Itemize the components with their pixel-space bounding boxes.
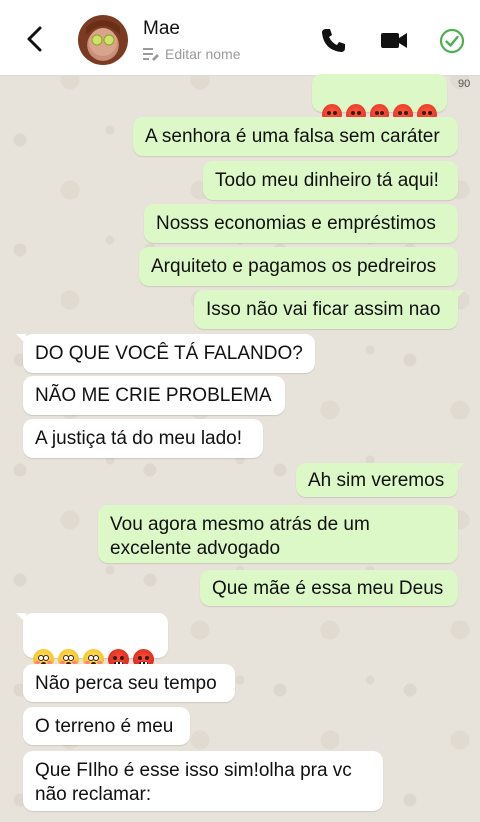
counter-badge: 90 [458, 78, 471, 90]
outgoing-message[interactable]: Todo meu dinheiro tá aqui! [203, 161, 458, 200]
outgoing-message[interactable]: Vou agora mesmo atrás de um excelente ad… [98, 505, 458, 563]
outgoing-message[interactable]: Que mãe é essa meu Deus [200, 570, 458, 606]
edit-name-link[interactable]: Editar nome [143, 45, 240, 63]
incoming-message[interactable]: Não perca seu tempo [23, 664, 235, 702]
incoming-message[interactable]: A justiça tá do meu lado! [23, 419, 263, 458]
avatar-image [86, 20, 120, 56]
edit-lines-icon [143, 48, 159, 61]
video-camera-icon[interactable] [380, 26, 408, 54]
incoming-message[interactable]: NÃO ME CRIE PROBLEMA [23, 376, 285, 415]
contact-name[interactable]: Mae [143, 18, 180, 40]
check-circle-icon[interactable] [439, 28, 465, 54]
outgoing-emoji-message[interactable] [312, 74, 447, 125]
outgoing-message[interactable]: Arquiteto e pagamos os pedreiros [139, 247, 458, 286]
outgoing-message[interactable]: Isso não vai ficar assim nao [194, 290, 465, 329]
edit-name-label: Editar nome [165, 46, 241, 62]
incoming-message[interactable]: Que FIlho é esse isso sim!olha pra vc nã… [23, 751, 383, 811]
chat-header: Mae Editar nome [0, 0, 480, 76]
avatar[interactable] [78, 15, 128, 65]
outgoing-message[interactable]: A senhora é uma falsa sem caráter [133, 117, 458, 156]
chevron-left-icon[interactable] [22, 24, 48, 54]
outgoing-message[interactable]: Ah sim veremos [296, 463, 465, 497]
incoming-emoji-message[interactable] [16, 613, 168, 670]
incoming-message[interactable]: DO QUE VOCÊ TÁ FALANDO? [16, 334, 315, 373]
phone-icon[interactable] [320, 26, 348, 54]
incoming-message[interactable]: O terreno é meu [23, 707, 190, 745]
outgoing-message[interactable]: Nosss economias e empréstimos [144, 204, 458, 243]
